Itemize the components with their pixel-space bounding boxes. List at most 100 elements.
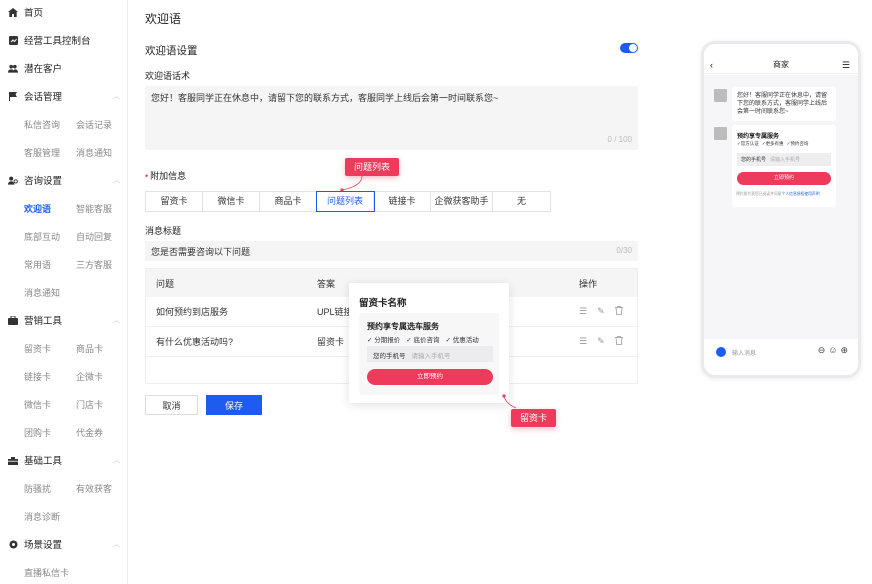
sidebar-group-label: 会话管理 — [24, 92, 63, 103]
drag-handle-icon[interactable]: ☰ — [579, 306, 587, 317]
sidebar-item-console[interactable]: 经营工具控制台 — [0, 28, 128, 52]
sidebar-item-wecom-card[interactable]: 企微卡 — [76, 370, 128, 383]
callout-lead-card: 留资卡 — [511, 409, 557, 427]
tab-link-card[interactable]: 链接卡 — [374, 192, 431, 211]
status-bar — [704, 44, 858, 56]
sidebar-item-effective-leads[interactable]: 有效获客 — [76, 482, 128, 495]
phone-label: 您的手机号 — [373, 353, 406, 360]
lead-card-phone-field[interactable]: 您的手机号 请输入手机号 — [367, 346, 493, 362]
sidebar-item-private-msg[interactable]: 私信咨询 — [24, 118, 76, 131]
welcome-toggle[interactable] — [620, 43, 638, 53]
home-icon — [8, 7, 18, 17]
chevron-up-icon: ︿ — [113, 93, 120, 100]
sidebar-group-session[interactable]: 会话管理 ︿ — [0, 84, 128, 108]
gear-icon — [8, 540, 18, 549]
message-title-value: 您是否需要咨询以下问题 — [151, 247, 251, 257]
drag-handle-icon[interactable]: ☰ — [579, 336, 587, 347]
edit-icon[interactable]: ✎ — [597, 306, 605, 317]
sidebar-item-third-party[interactable]: 三方客服 — [76, 258, 128, 271]
welcome-textarea[interactable]: 您好！客服同学正在休息中，请留下您的联系方式，客服同学上线后会第一时间联系您~ … — [145, 86, 638, 150]
page-title: 欢迎语 — [145, 12, 182, 26]
sidebar-item-msg-notify[interactable]: 消息通知 — [76, 146, 128, 159]
phone-card-title: 预约享专属服务 — [737, 134, 780, 140]
sidebar-row: 消息通知 — [0, 280, 76, 304]
avatar — [714, 127, 727, 140]
delete-icon[interactable] — [614, 306, 623, 317]
cancel-button[interactable]: 取消 — [145, 395, 198, 415]
tab-product-card[interactable]: 商品卡 — [260, 192, 317, 211]
phone-card-phone-field[interactable]: 您的手机号 请输入手机号 — [737, 153, 831, 166]
sidebar-item-msg-diagnose[interactable]: 消息诊断 — [24, 510, 76, 523]
header-answer: 答案 — [317, 278, 336, 289]
sidebar-item-voucher[interactable]: 代金券 — [76, 426, 128, 439]
message-title-label: 消息标题 — [145, 226, 182, 236]
tab-wechat-card[interactable]: 微信卡 — [203, 192, 260, 211]
lead-card-reserve-button[interactable]: 立即预约 — [367, 369, 493, 385]
sidebar-row: 链接卡 企微卡 — [0, 364, 128, 388]
sidebar-group-marketing[interactable]: 营销工具 ︿ — [0, 308, 128, 332]
sidebar-item-service-mgmt[interactable]: 客服管理 — [24, 146, 76, 159]
toolbox-icon — [8, 456, 18, 465]
message-title-input[interactable]: 您是否需要咨询以下问题 0/30 — [145, 241, 638, 261]
users-icon — [8, 64, 18, 73]
back-icon[interactable]: ‹ — [710, 56, 713, 74]
answer-cell: UPL链接 — [317, 307, 353, 317]
delete-icon[interactable] — [614, 336, 623, 347]
required-mark: • — [145, 171, 149, 181]
sidebar-item-group-buy-card[interactable]: 团购卡 — [24, 426, 76, 439]
tab-none[interactable]: 无 — [493, 192, 550, 211]
phone-nav-bar: ‹ 商家 ☰ — [704, 56, 858, 74]
sidebar-group-consult[interactable]: 咨询设置 ︿ — [0, 168, 128, 192]
sidebar-item-smart-service[interactable]: 智能客服 — [76, 202, 128, 215]
sidebar-item-anti-harass[interactable]: 防骚扰 — [24, 482, 76, 495]
sidebar-group-label: 基础工具 — [24, 456, 63, 467]
tab-question-list[interactable]: 问题列表 — [316, 191, 375, 212]
sidebar-item-msg-notify-2[interactable]: 消息通知 — [24, 286, 76, 299]
row-actions: ☰ ✎ — [579, 306, 623, 317]
add-icon[interactable]: ⊕ — [840, 345, 848, 356]
callout-question-list: 问题列表 — [345, 158, 400, 176]
briefcase-icon — [8, 315, 18, 325]
sidebar-item-potential[interactable]: 潜在客户 — [0, 56, 128, 80]
sidebar-item-home[interactable]: 首页 — [0, 0, 128, 24]
sidebar-item-common-phrases[interactable]: 常用语 — [24, 258, 76, 271]
phone-title: 商家 — [773, 60, 789, 69]
welcome-section-title: 欢迎语设置 — [145, 45, 198, 57]
save-button[interactable]: 保存 — [206, 395, 262, 415]
dashboard-icon — [8, 35, 18, 45]
chevron-up-icon: ︿ — [113, 177, 120, 184]
phone-lead-card: 预约享专属服务 ✓官方认证 ✓更多有惠 ✓预约咨询 您的手机号 请输入手机号 立即… — [732, 125, 836, 207]
edit-icon[interactable]: ✎ — [597, 336, 605, 347]
sidebar-item-link-card[interactable]: 链接卡 — [24, 370, 76, 383]
sidebar-item-store-card[interactable]: 门店卡 — [76, 398, 128, 411]
phone-card-checks: ✓官方认证 ✓更多有惠 ✓预约咨询 — [737, 141, 808, 147]
sidebar-item-lead-card[interactable]: 留资卡 — [24, 342, 76, 355]
char-count: 0/30 — [616, 246, 632, 255]
user-settings-icon — [8, 176, 18, 185]
sidebar-item-label: 首页 — [24, 8, 44, 19]
sidebar-item-auto-reply[interactable]: 自动回复 — [76, 230, 128, 243]
camera-icon[interactable] — [716, 347, 726, 357]
sidebar-item-product-card[interactable]: 商品卡 — [76, 342, 128, 355]
sidebar-item-live-dm-card[interactable]: 直播私信卡 — [24, 566, 104, 579]
sidebar-row: 微信卡 门店卡 — [0, 392, 128, 416]
chevron-up-icon: ︿ — [113, 317, 120, 324]
sidebar-item-welcome[interactable]: 欢迎语 — [24, 202, 76, 215]
sidebar-group-basic[interactable]: 基础工具 ︿ — [0, 448, 128, 472]
sidebar-item-bottom-interact[interactable]: 底部互动 — [24, 230, 76, 243]
phone-label: 您的手机号 — [741, 157, 767, 163]
emoji-icon[interactable]: ☺ — [828, 345, 837, 356]
sidebar-item-wechat-card[interactable]: 微信卡 — [24, 398, 76, 411]
sidebar-item-session-log[interactable]: 会话记录 — [76, 118, 128, 131]
phone-card-reserve-button[interactable]: 立即预约 — [737, 172, 831, 185]
tab-lead-card[interactable]: 留资卡 — [146, 192, 203, 211]
menu-icon[interactable]: ☰ — [842, 56, 850, 74]
sidebar-group-scene[interactable]: 场景设置 ︿ — [0, 532, 128, 556]
tab-wecom-assistant[interactable]: 企微获客助手 — [431, 192, 493, 211]
extra-info-label: • 附加信息 — [145, 169, 186, 182]
message-input[interactable]: 输入消息 — [732, 348, 756, 357]
avatar — [714, 89, 727, 102]
privacy-link[interactable]: 个人信息授权使用声明 — [782, 192, 820, 196]
voice-icon[interactable]: ⊖ — [818, 345, 826, 356]
privacy-note: 预约即代表您已阅读并同意个人信息授权使用声明 — [736, 192, 820, 196]
